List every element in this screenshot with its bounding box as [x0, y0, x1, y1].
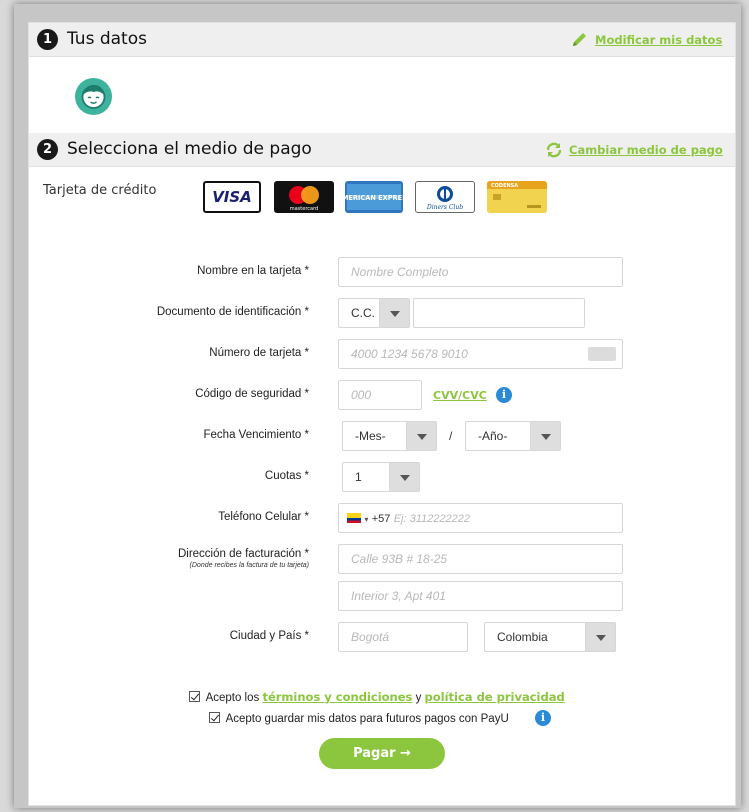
step-number-2: 2 [37, 139, 58, 160]
chevron-down-icon [585, 623, 615, 651]
expiry-month-value: -Mes- [355, 429, 386, 443]
security-code-placeholder: 000 [351, 388, 372, 402]
save-data-checkbox[interactable] [209, 712, 220, 723]
terms-consent: Acepto los términos y condiciones y polí… [189, 690, 565, 704]
card-diners[interactable]: Diners Club [415, 181, 475, 213]
name-input[interactable]: Nombre Completo [338, 257, 623, 287]
terms-joiner: y [415, 692, 422, 704]
modify-data-link[interactable]: Modificar mis datos [573, 33, 723, 47]
avatar [75, 78, 112, 115]
refresh-icon [546, 142, 562, 158]
phone-placeholder: Ej: 3112222222 [393, 513, 470, 525]
expiry-label: Fecha Vencimiento * [203, 429, 309, 441]
installments-select[interactable]: 1 [342, 462, 420, 492]
address-label-text: Dirección de facturación * [177, 548, 309, 560]
address2-input[interactable]: Interior 3, Apt 401 [338, 581, 623, 611]
security-code-label: Código de seguridad * [195, 388, 309, 400]
user-face-icon [81, 85, 106, 109]
amex-logo-icon: AMERICAN EXPRESS [345, 184, 403, 210]
address-placeholder: Calle 93B # 18-25 [351, 552, 448, 566]
document-label: Documento de identificación * [156, 306, 309, 318]
svg-text:Diners Club: Diners Club [426, 204, 463, 211]
codensa-logo-icon: CODENSA [487, 181, 547, 213]
phone-prefix: +57 [371, 513, 391, 525]
country-value: Colombia [497, 630, 548, 644]
expiry-year-value: -Año- [478, 429, 508, 443]
expiry-separator: / [449, 429, 453, 443]
city-country-label: Ciudad y País * [229, 630, 309, 642]
credit-card-label: Tarjeta de crédito [43, 183, 157, 198]
phone-label: Teléfono Celular * [218, 511, 309, 523]
card-icon [588, 347, 616, 361]
save-data-text: Acepto guardar mis datos para futuros pa… [225, 713, 509, 725]
installments-value: 1 [355, 470, 362, 484]
terms-prefix: Acepto los [205, 692, 260, 704]
document-type-select[interactable]: C.C. [338, 298, 410, 328]
section-title-tus-datos: Tus datos [67, 29, 147, 49]
name-label: Nombre en la tarjeta * [197, 265, 309, 277]
info-icon[interactable]: i [496, 387, 512, 403]
cvv-link[interactable]: CVV/CVC [433, 389, 487, 402]
privacy-link[interactable]: política de privacidad [425, 690, 565, 704]
card-mastercard[interactable]: mastercard [274, 181, 334, 213]
chevron-down-icon [389, 463, 419, 491]
section-payment-header: 2 Selecciona el medio de pago Cambiar me… [29, 133, 735, 167]
pencil-icon [573, 33, 586, 46]
section-title-payment: Selecciona el medio de pago [67, 139, 312, 159]
security-code-input[interactable]: 000 [338, 380, 422, 410]
svg-text:mastercard: mastercard [290, 206, 318, 212]
card-number-input[interactable]: 4000 1234 5678 9010 [338, 339, 623, 369]
country-select[interactable]: Colombia [484, 622, 616, 652]
change-payment-label: Cambiar medio de pago [569, 143, 723, 157]
expiry-year-select[interactable]: -Año- [465, 421, 561, 451]
address-sublabel: (Donde recibes la factura de tu tarjeta) [189, 562, 309, 569]
terms-checkbox[interactable] [189, 691, 200, 702]
section-tus-datos-header: 1 Tus datos Modificar mis datos [29, 23, 735, 57]
flag-dropdown-icon: ▾ [364, 515, 369, 524]
terms-link[interactable]: términos y condiciones [262, 690, 412, 704]
step-number-1: 1 [37, 29, 58, 50]
phone-input[interactable]: ▾ +57 Ej: 3112222222 [338, 503, 623, 533]
document-type-value: C.C. [351, 306, 375, 320]
installments-label: Cuotas * [264, 470, 309, 482]
chevron-down-icon [379, 299, 409, 327]
city-input[interactable]: Bogotá [338, 622, 468, 652]
expiry-month-select[interactable]: -Mes- [342, 421, 437, 451]
card-visa[interactable]: VISA [203, 181, 261, 213]
card-number-placeholder: 4000 1234 5678 9010 [351, 347, 468, 361]
svg-text:CODENSA: CODENSA [491, 183, 518, 189]
visa-logo-text: VISA [212, 188, 252, 206]
chevron-down-icon [406, 422, 436, 450]
pay-button[interactable]: Pagar → [319, 738, 445, 769]
chevron-down-icon [530, 422, 560, 450]
colombia-flag-icon[interactable] [347, 513, 361, 523]
mastercard-logo-icon: mastercard [289, 186, 319, 212]
diners-logo-icon: Diners Club [426, 186, 463, 211]
card-codensa[interactable]: CODENSA [487, 181, 547, 213]
payu-info-icon[interactable]: i [535, 710, 551, 726]
checkout-panel: 1 Tus datos Modificar mis datos 2 Selecc… [28, 22, 736, 806]
card-amex[interactable]: AMERICAN EXPRESS [345, 181, 403, 213]
card-number-label: Número de tarjeta * [209, 347, 309, 359]
change-payment-link[interactable]: Cambiar medio de pago [546, 142, 723, 158]
city-placeholder: Bogotá [351, 630, 390, 644]
modify-data-label: Modificar mis datos [595, 33, 723, 47]
address-input[interactable]: Calle 93B # 18-25 [338, 544, 623, 574]
svg-text:AMERICAN EXPRESS: AMERICAN EXPRESS [345, 194, 403, 202]
document-number-input[interactable] [413, 298, 585, 328]
save-data-consent: Acepto guardar mis datos para futuros pa… [209, 712, 509, 725]
name-placeholder: Nombre Completo [351, 265, 449, 279]
address-label: Dirección de facturación * (Donde recibe… [29, 548, 309, 569]
address2-placeholder: Interior 3, Apt 401 [351, 589, 446, 603]
